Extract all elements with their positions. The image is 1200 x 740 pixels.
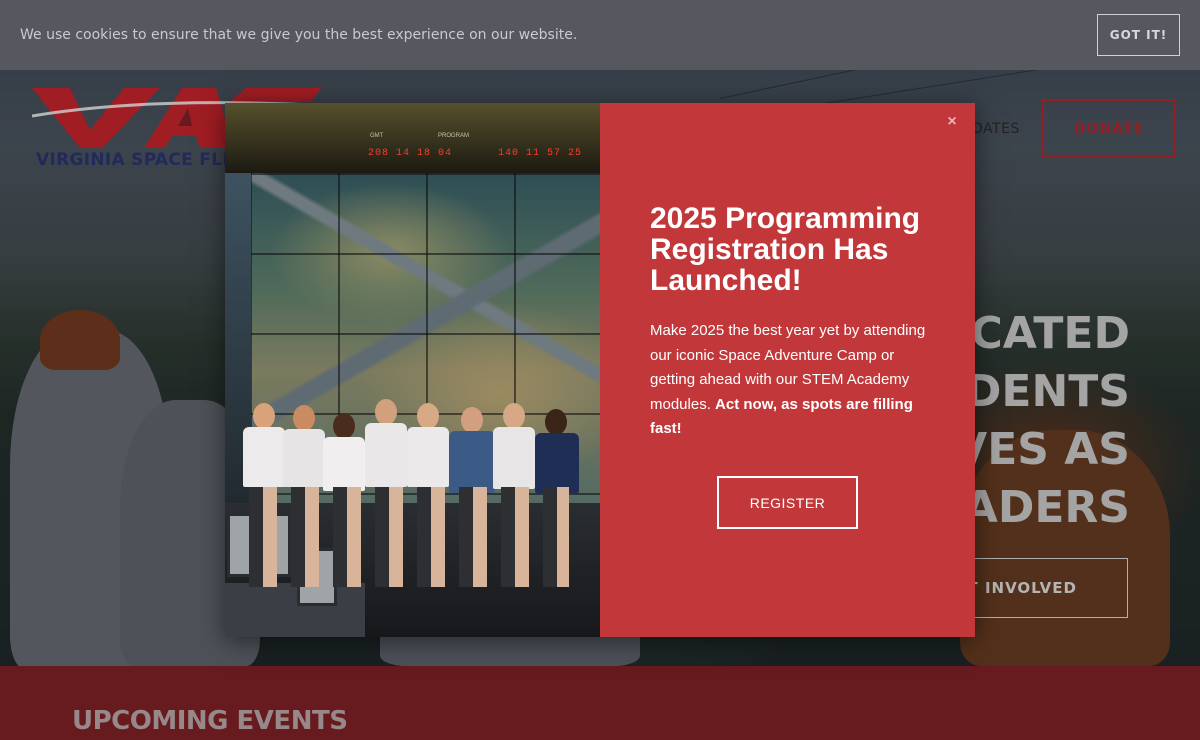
camper xyxy=(461,407,483,433)
camper xyxy=(503,403,525,429)
photo-label-program: PROGRAM xyxy=(438,133,470,139)
camper xyxy=(545,409,567,435)
camper xyxy=(365,423,407,487)
modal-title: 2025 Programming Registration Has Launch… xyxy=(650,202,921,297)
cookie-message: We use cookies to ensure that we give yo… xyxy=(20,27,578,43)
nav-link-updates[interactable]: DATES xyxy=(972,121,1020,137)
photo-label-gmt: GMT xyxy=(370,133,384,139)
camper xyxy=(375,399,397,425)
modal-photo: GMT PROGRAM 208 14 18 04 140 11 57 25 xyxy=(225,103,600,637)
camper xyxy=(243,427,285,487)
modal-body: Make 2025 the best year yet by attending… xyxy=(650,319,940,442)
camper xyxy=(323,437,365,491)
camper xyxy=(333,413,355,439)
registration-modal: GMT PROGRAM 208 14 18 04 140 11 57 25 × … xyxy=(225,103,975,637)
camper xyxy=(493,427,535,489)
close-icon[interactable]: × xyxy=(943,113,961,131)
cookie-accept-button[interactable]: GOT IT! xyxy=(1097,14,1180,56)
mission-control-ceiling xyxy=(225,103,600,173)
photo-clock-left: 208 14 18 04 xyxy=(368,148,453,159)
camper xyxy=(283,429,325,487)
camper xyxy=(535,433,579,493)
events-section: UPCOMING EVENTS xyxy=(0,666,1200,740)
console-desk xyxy=(225,583,365,637)
logo-text: VIRGINIA SPACE FLIG xyxy=(36,150,244,170)
photo-clock-right: 140 11 57 25 xyxy=(498,148,583,159)
camper xyxy=(407,427,449,487)
modal-content-panel: × 2025 Programming Registration Has Laun… xyxy=(600,103,975,637)
cookie-bar: We use cookies to ensure that we give yo… xyxy=(0,0,1200,70)
events-title: UPCOMING EVENTS xyxy=(72,706,348,736)
camper xyxy=(449,431,495,493)
camper-legs xyxy=(249,487,569,587)
camper xyxy=(253,403,275,429)
camper xyxy=(417,403,439,429)
donate-button[interactable]: DONATE xyxy=(1042,99,1176,158)
get-involved-button[interactable]: T INVOLVED xyxy=(950,558,1128,618)
register-button[interactable]: REGISTER xyxy=(717,476,858,529)
camper xyxy=(293,405,315,431)
